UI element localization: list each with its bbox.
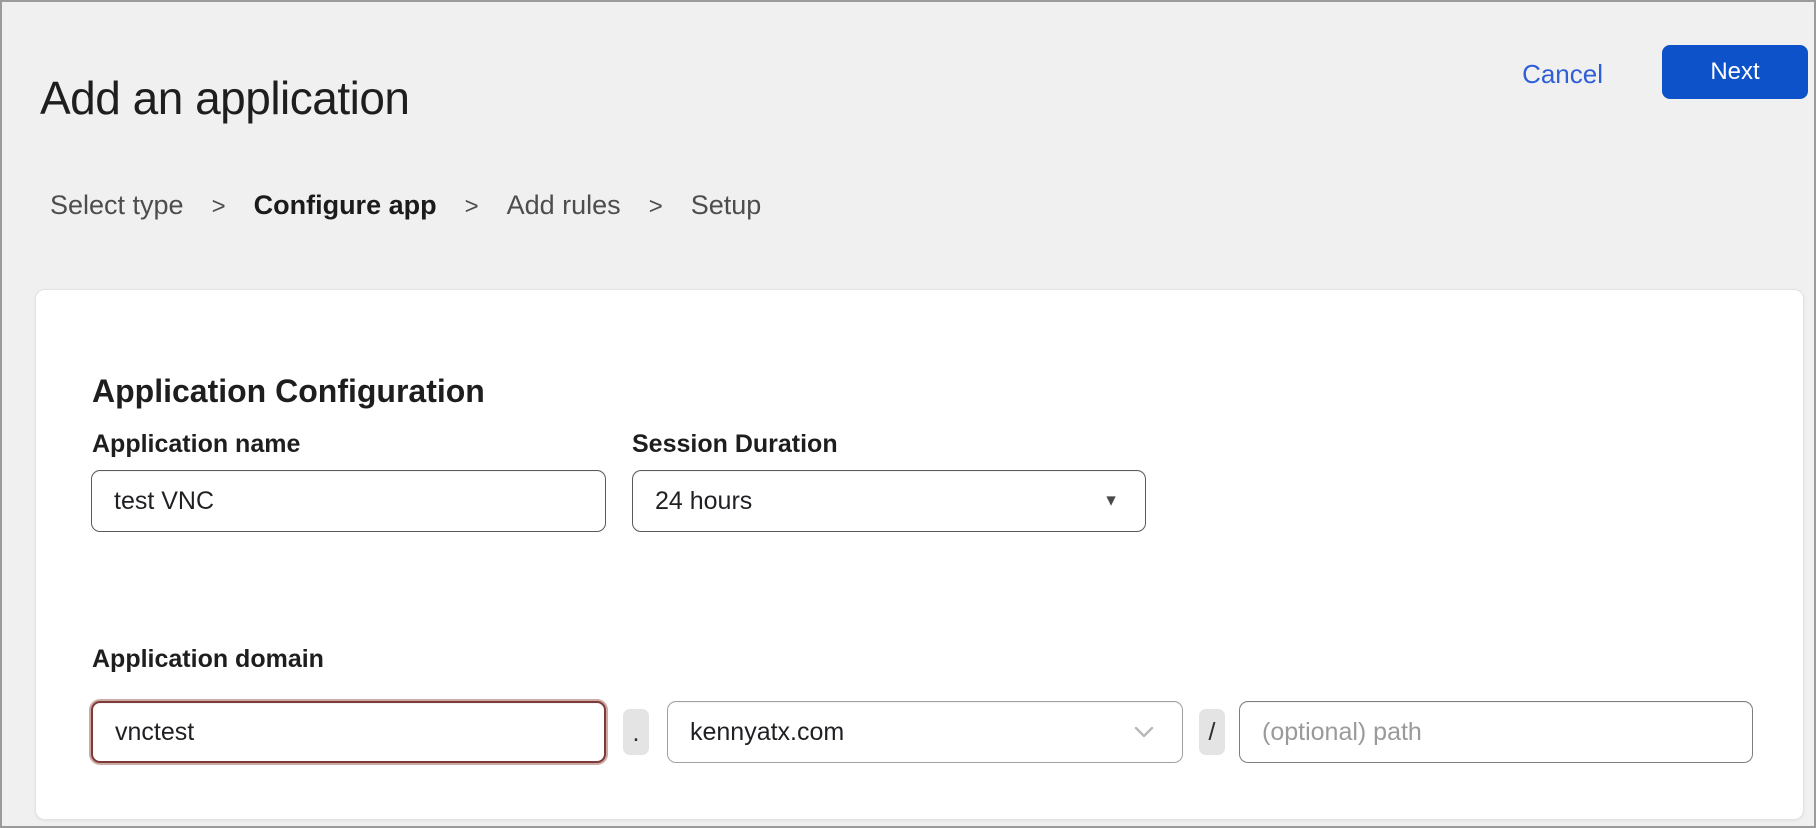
cancel-button[interactable]: Cancel (1516, 58, 1609, 91)
application-name-label: Application name (92, 430, 300, 459)
application-configuration-card: Application Configuration Application na… (35, 289, 1804, 820)
breadcrumb-separator-icon: > (212, 193, 226, 221)
next-button[interactable]: Next (1662, 45, 1808, 99)
page-title: Add an application (40, 71, 410, 125)
breadcrumb-step-setup[interactable]: Setup (691, 190, 762, 221)
session-duration-select[interactable]: 24 hours ▼ (632, 470, 1146, 532)
breadcrumb-step-configure-app[interactable]: Configure app (254, 190, 437, 221)
slash-separator-glyph: / (1209, 718, 1216, 747)
application-name-input[interactable] (91, 470, 606, 532)
wizard-breadcrumb: Select type > Configure app > Add rules … (50, 190, 761, 221)
domain-select-value: kennyatx.com (690, 718, 844, 747)
breadcrumb-step-add-rules[interactable]: Add rules (507, 190, 621, 221)
dot-separator: . (623, 709, 649, 755)
session-duration-value: 24 hours (655, 487, 752, 516)
dot-separator-glyph: . (633, 719, 640, 748)
caret-down-icon: ▼ (1103, 494, 1119, 510)
path-input[interactable] (1239, 701, 1753, 763)
slash-separator: / (1199, 709, 1225, 755)
domain-select[interactable]: kennyatx.com (667, 701, 1183, 763)
breadcrumb-separator-icon: > (465, 193, 479, 221)
add-application-page: Add an application Cancel Next Select ty… (0, 0, 1816, 828)
section-title: Application Configuration (92, 373, 485, 410)
subdomain-input[interactable] (91, 701, 606, 763)
application-domain-label: Application domain (92, 645, 324, 674)
session-duration-label: Session Duration (632, 430, 838, 459)
chevron-down-icon (1134, 726, 1154, 738)
breadcrumb-step-select-type[interactable]: Select type (50, 190, 184, 221)
breadcrumb-separator-icon: > (649, 193, 663, 221)
